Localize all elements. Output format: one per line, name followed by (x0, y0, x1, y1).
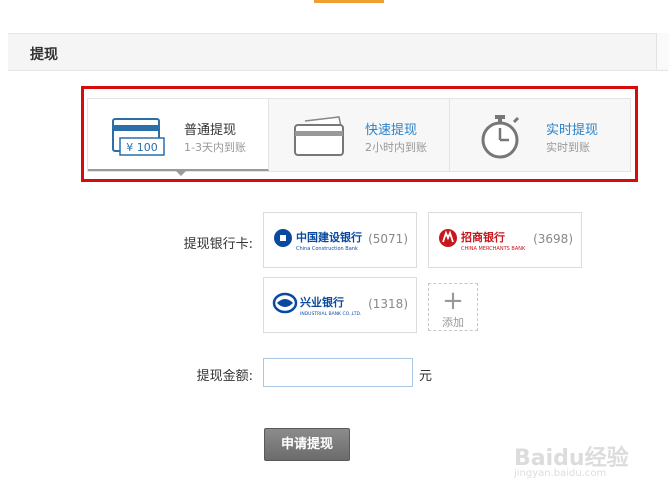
svg-text:兴业银行: 兴业银行 (300, 295, 344, 309)
highlight-annotation-box (81, 86, 638, 182)
plus-icon: + (442, 286, 464, 316)
svg-text:China Construction Bank: China Construction Bank (296, 246, 358, 252)
card-tail-number: (1318) (368, 297, 408, 311)
amount-unit: 元 (419, 369, 433, 384)
top-accent-bar (314, 0, 384, 3)
svg-text:中国建设银行: 中国建设银行 (296, 230, 362, 244)
svg-text:招商银行: 招商银行 (461, 230, 505, 244)
section-title: 提现 (30, 47, 58, 63)
bank-card-cib[interactable]: 兴业银行 INDUSTRIAL BANK CO.,LTD. (1318) (263, 277, 417, 333)
section-header: 提现 (8, 33, 668, 71)
watermark-url: jingyan.baidu.com (514, 468, 607, 479)
add-card-label: 添加 (442, 316, 464, 329)
bank-card-label: 提现银行卡: (183, 237, 253, 252)
cmb-logo-icon: 招商银行 CHINA MERCHANTS BANK (439, 229, 526, 252)
card-tail-number: (3698) (533, 232, 573, 246)
add-card-button[interactable]: + 添加 (428, 283, 478, 331)
svg-text:CHINA MERCHANTS BANK: CHINA MERCHANTS BANK (461, 246, 526, 252)
cib-logo-icon: 兴业银行 INDUSTRIAL BANK CO.,LTD. (272, 292, 361, 317)
submit-withdraw-button[interactable]: 申请提现 (264, 428, 350, 461)
ccb-logo-icon: 中国建设银行 China Construction Bank (274, 229, 362, 252)
card-tail-number: (5071) (368, 232, 408, 246)
amount-label: 提现金额: (196, 369, 253, 384)
svg-text:INDUSTRIAL BANK CO.,LTD.: INDUSTRIAL BANK CO.,LTD. (300, 311, 361, 317)
header-edge (656, 33, 669, 69)
bank-card-cmb[interactable]: 招商银行 CHINA MERCHANTS BANK (3698) (428, 212, 582, 268)
watermark: Baidu经验 jingyan.baidu.com (508, 424, 658, 484)
bank-card-ccb[interactable]: 中国建设银行 China Construction Bank (5071) (263, 212, 417, 268)
amount-input[interactable] (263, 358, 413, 387)
